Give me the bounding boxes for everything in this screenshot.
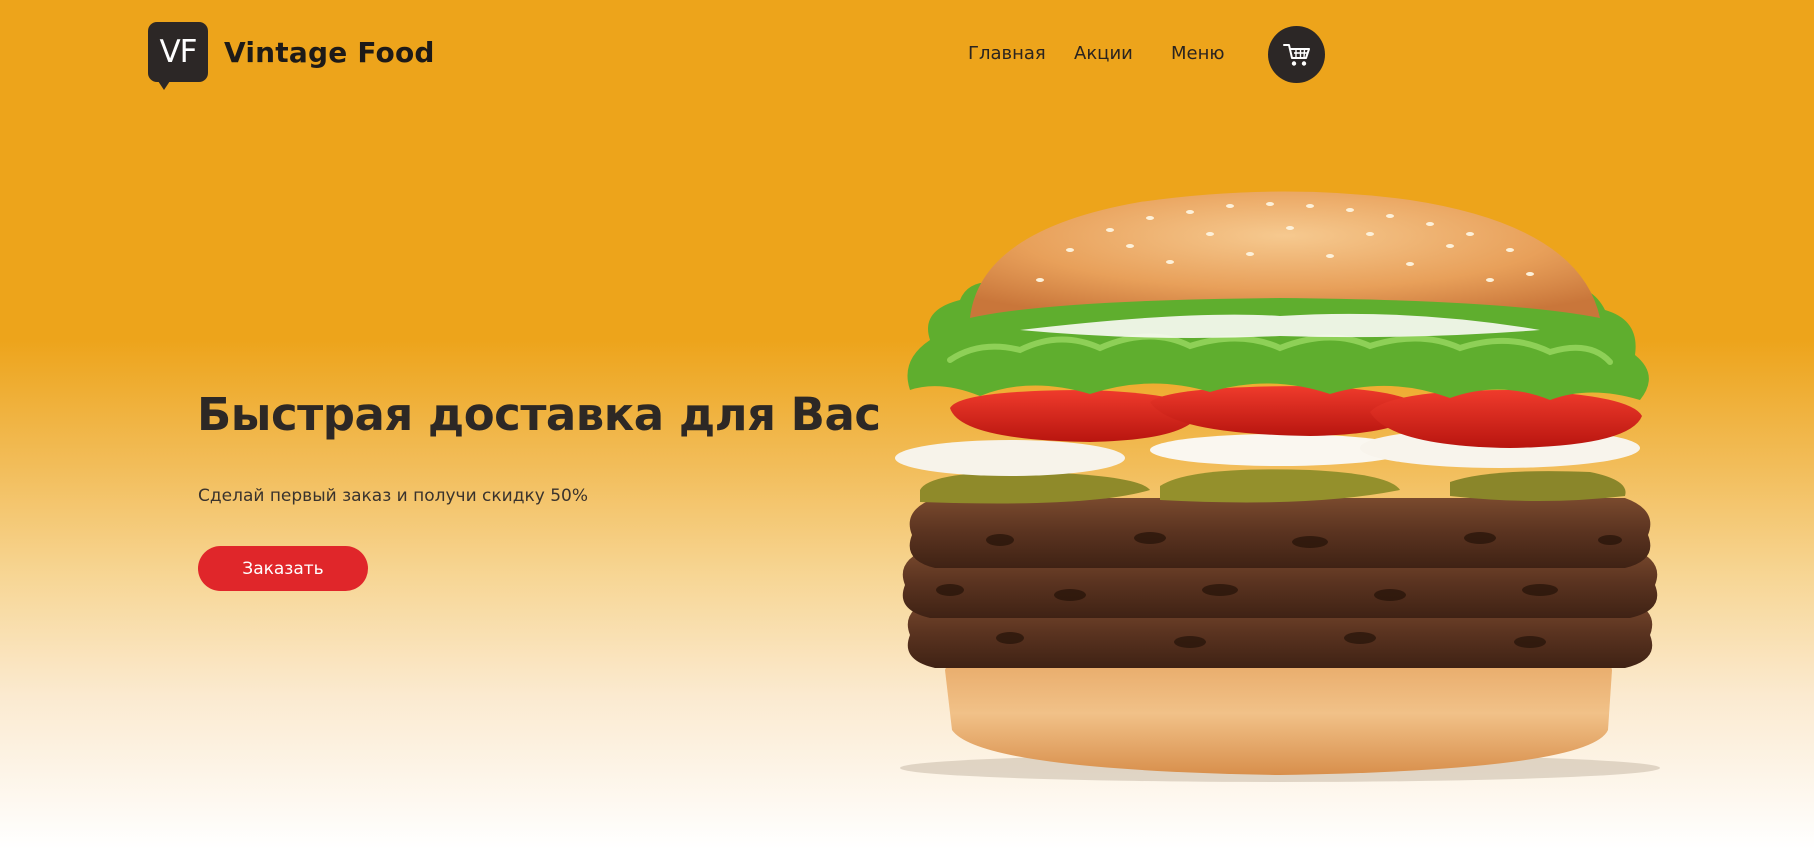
hero-subtitle: Сделай первый заказ и получи скидку 50% — [198, 486, 588, 506]
nav-link-menu[interactable]: Меню — [1171, 43, 1225, 64]
hero-title: Быстрая доставка для Вас — [197, 388, 881, 441]
shopping-cart-icon — [1282, 43, 1310, 66]
logo-mark: VF — [148, 22, 208, 90]
brand-name: Vintage Food — [224, 35, 435, 69]
cart-button[interactable] — [1268, 26, 1325, 83]
nav-link-home[interactable]: Главная — [968, 43, 1046, 64]
order-button[interactable]: Заказать — [198, 546, 368, 591]
burger-image — [895, 191, 1660, 782]
logo[interactable]: VF Vintage Food — [148, 22, 435, 90]
nav-link-promotions[interactable]: Акции — [1074, 43, 1133, 64]
landing-page: VF Vintage Food Главная Акции Меню Быстр… — [0, 0, 1814, 849]
